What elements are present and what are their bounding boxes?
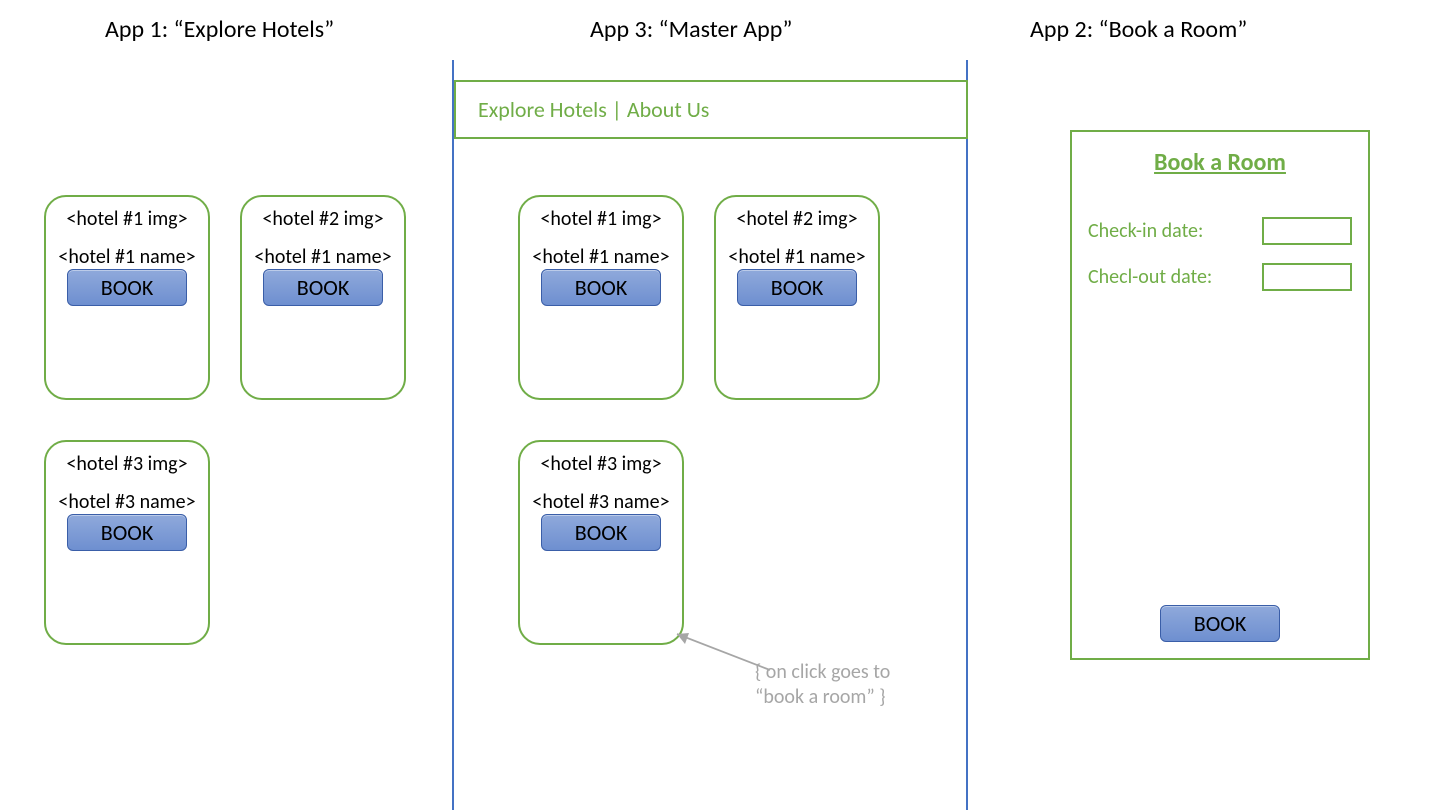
checkin-input[interactable]: [1262, 217, 1352, 245]
hotel-card: <hotel #2 img> <hotel #1 name> BOOK: [240, 195, 406, 400]
hotel-card: <hotel #1 img> <hotel #1 name> BOOK: [518, 195, 684, 400]
book-button[interactable]: BOOK: [67, 269, 187, 306]
hotel-card: <hotel #1 img> <hotel #1 name> BOOK: [44, 195, 210, 400]
column-divider-right: [966, 60, 968, 810]
checkout-input[interactable]: [1262, 263, 1352, 291]
hotel-card: <hotel #2 img> <hotel #1 name> BOOK: [714, 195, 880, 400]
column-divider-left: [452, 60, 454, 810]
book-button[interactable]: BOOK: [737, 269, 857, 306]
hotel-img-placeholder: <hotel #2 img>: [262, 207, 383, 231]
hotel-img-placeholder: <hotel #1 img>: [66, 207, 187, 231]
book-button[interactable]: BOOK: [541, 514, 661, 551]
checkin-label: Check-in date:: [1088, 219, 1203, 243]
hotel-img-placeholder: <hotel #3 img>: [540, 452, 661, 476]
hotel-card: <hotel #3 img> <hotel #3 name> BOOK: [518, 440, 684, 645]
book-room-panel: Book a Room Check-in date: Checl-out dat…: [1070, 130, 1370, 660]
hotel-name-placeholder: <hotel #1 name>: [728, 245, 865, 269]
checkout-row: Checl-out date:: [1088, 263, 1352, 291]
book-button[interactable]: BOOK: [263, 269, 383, 306]
hotel-name-placeholder: <hotel #1 name>: [254, 245, 391, 269]
book-button[interactable]: BOOK: [541, 269, 661, 306]
master-nav-bar: Explore Hotels | About Us: [454, 80, 968, 139]
app2-title: App 2: “Book a Room”: [1030, 15, 1247, 44]
hotel-name-placeholder: <hotel #1 name>: [532, 245, 669, 269]
book-room-title: Book a Room: [1088, 148, 1352, 177]
annotation-text: { on click goes to “book a room” }: [755, 660, 935, 710]
hotel-img-placeholder: <hotel #3 img>: [66, 452, 187, 476]
master-nav-text[interactable]: Explore Hotels | About Us: [478, 96, 709, 123]
app1-title: App 1: “Explore Hotels”: [105, 15, 334, 44]
hotel-img-placeholder: <hotel #2 img>: [736, 207, 857, 231]
app3-title: App 3: “Master App”: [590, 15, 792, 44]
hotel-name-placeholder: <hotel #3 name>: [58, 490, 195, 514]
hotel-card: <hotel #3 img> <hotel #3 name> BOOK: [44, 440, 210, 645]
hotel-name-placeholder: <hotel #3 name>: [532, 490, 669, 514]
book-button[interactable]: BOOK: [67, 514, 187, 551]
checkin-row: Check-in date:: [1088, 217, 1352, 245]
book-button[interactable]: BOOK: [1160, 605, 1280, 642]
checkout-label: Checl-out date:: [1088, 265, 1212, 289]
hotel-img-placeholder: <hotel #1 img>: [540, 207, 661, 231]
hotel-name-placeholder: <hotel #1 name>: [58, 245, 195, 269]
